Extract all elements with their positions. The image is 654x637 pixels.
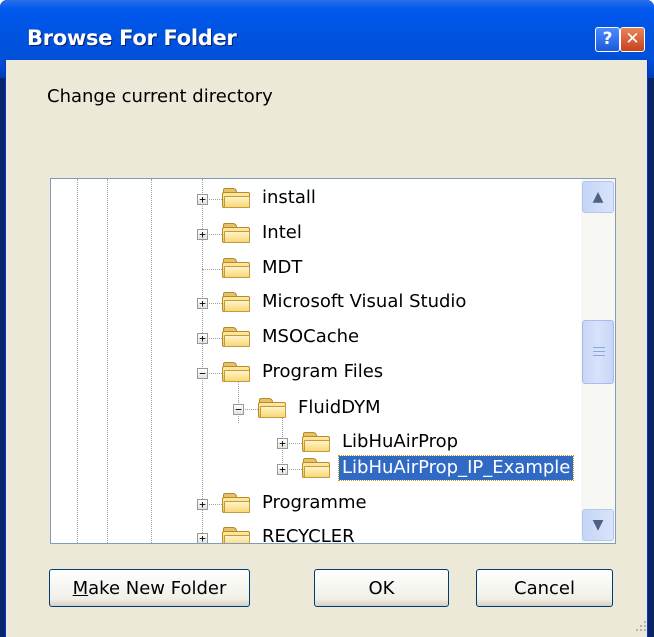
- browse-for-folder-dialog: Browse For Folder ? ✕ Change current dir…: [0, 0, 654, 637]
- close-button[interactable]: ✕: [620, 27, 645, 52]
- expand-toggle[interactable]: +: [197, 533, 208, 543]
- tree-item-msocache[interactable]: MSOCache: [259, 325, 362, 349]
- ok-button[interactable]: OK: [314, 569, 449, 607]
- tree-guide-line: [107, 179, 108, 543]
- expand-toggle[interactable]: +: [197, 194, 208, 205]
- cancel-button[interactable]: Cancel: [476, 569, 613, 607]
- vertical-scrollbar[interactable]: ▲ ▼: [581, 179, 615, 543]
- chevron-down-icon: ▼: [592, 517, 604, 533]
- make-new-folder-button[interactable]: Make New Folder: [49, 569, 250, 607]
- close-icon: ✕: [625, 29, 640, 49]
- tree-item-fluiddym[interactable]: FluidDYM: [295, 396, 384, 420]
- folder-icon: [222, 492, 252, 514]
- folder-icon: [222, 291, 252, 313]
- scroll-down-button[interactable]: ▼: [582, 509, 614, 541]
- mnemonic-letter: M: [72, 577, 89, 599]
- tree-guide-line: [77, 179, 78, 543]
- resize-grip-icon[interactable]: [632, 617, 646, 631]
- folder-icon: [258, 397, 288, 419]
- tree-view[interactable]: + install + Intel MDT + Microsoft Visual…: [51, 179, 581, 543]
- tree-item-recycler[interactable]: RECYCLER: [259, 525, 358, 543]
- expand-toggle[interactable]: +: [197, 333, 208, 344]
- folder-icon: [222, 222, 252, 244]
- folder-icon: [302, 457, 332, 479]
- tree-item-intel[interactable]: Intel: [259, 221, 305, 245]
- folder-icon: [222, 257, 252, 279]
- expand-toggle[interactable]: +: [197, 499, 208, 510]
- tree-item-libhuairprop[interactable]: LibHuAirProp: [339, 430, 461, 454]
- button-label: ake New Folder: [88, 577, 227, 599]
- expand-toggle[interactable]: +: [197, 229, 208, 240]
- tree-item-mdt[interactable]: MDT: [259, 256, 305, 280]
- expand-toggle[interactable]: +: [197, 298, 208, 309]
- collapse-toggle[interactable]: −: [233, 404, 244, 415]
- tree-item-install[interactable]: install: [259, 186, 319, 210]
- scroll-thumb[interactable]: [582, 320, 614, 384]
- button-label: Cancel: [514, 577, 575, 599]
- chevron-up-icon: ▲: [592, 189, 604, 205]
- folder-icon: [222, 187, 252, 209]
- help-button[interactable]: ?: [595, 27, 620, 52]
- prompt-text: Change current directory: [47, 86, 273, 107]
- scroll-up-button[interactable]: ▲: [582, 181, 614, 213]
- expand-toggle[interactable]: +: [277, 464, 288, 475]
- folder-icon: [222, 526, 252, 543]
- expand-toggle[interactable]: +: [277, 438, 288, 449]
- folder-icon: [222, 326, 252, 348]
- tree-guide-line: [151, 179, 152, 543]
- folder-tree[interactable]: + install + Intel MDT + Microsoft Visual…: [50, 178, 616, 544]
- help-icon: ?: [602, 29, 613, 49]
- folder-icon: [222, 361, 252, 383]
- window-title: Browse For Folder: [27, 26, 237, 50]
- tree-item-libhuairprop-ip-example[interactable]: LibHuAirProp_IP_Example: [337, 455, 575, 481]
- tree-item-microsoft-visual-studio[interactable]: Microsoft Visual Studio: [259, 290, 469, 314]
- folder-icon: [302, 431, 332, 453]
- collapse-toggle[interactable]: −: [197, 368, 208, 379]
- tree-item-programme[interactable]: Programme: [259, 491, 370, 515]
- tree-item-program-files[interactable]: Program Files: [259, 360, 386, 384]
- button-label: OK: [368, 577, 395, 599]
